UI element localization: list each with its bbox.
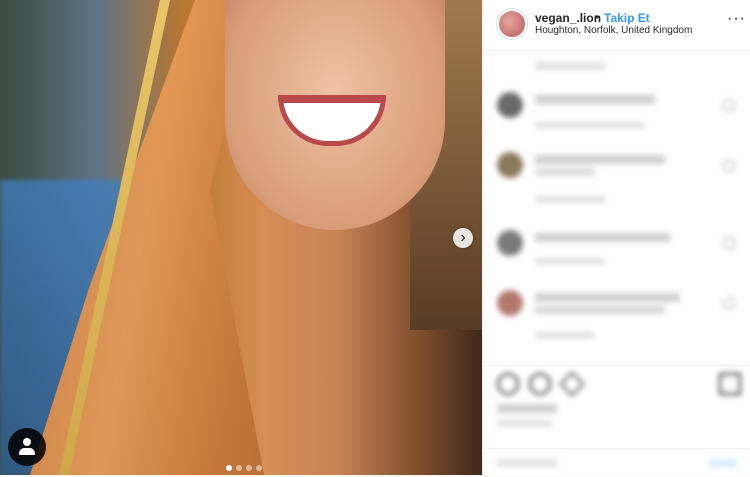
post-header: vegan_.lion • Takip Et Houghton, Norfolk… (483, 0, 750, 51)
tagged-users-button[interactable] (8, 428, 46, 466)
avatar[interactable] (497, 9, 527, 39)
user-tag-icon (23, 438, 31, 446)
heart-icon[interactable] (497, 373, 519, 395)
heart-icon[interactable] (723, 238, 735, 249)
carousel-dots (226, 465, 262, 471)
more-options-icon[interactable]: ··· (727, 10, 746, 28)
next-photo-button[interactable]: › (453, 228, 473, 248)
username-link[interactable]: vegan_.lion (535, 11, 601, 25)
location-link[interactable]: Houghton, Norfolk, United Kingdom (535, 25, 692, 36)
separator: • (595, 10, 600, 24)
post-actions (483, 365, 750, 476)
avatar[interactable] (497, 92, 523, 118)
chevron-right-icon: › (460, 229, 466, 246)
avatar[interactable] (497, 152, 523, 178)
heart-icon[interactable] (723, 298, 735, 309)
follow-button[interactable]: Takip Et (604, 11, 650, 25)
comment-icon[interactable] (529, 373, 551, 395)
post-photo: › (0, 0, 482, 475)
share-icon[interactable] (559, 371, 585, 397)
add-comment-bar (483, 448, 750, 477)
carousel-dot (256, 465, 262, 471)
avatar[interactable] (497, 230, 523, 256)
carousel-dot (226, 465, 232, 471)
bookmark-icon[interactable] (719, 373, 741, 395)
post-sidebar: vegan_.lion • Takip Et Houghton, Norfolk… (482, 0, 750, 475)
avatar[interactable] (497, 290, 523, 316)
carousel-dot (246, 465, 252, 471)
carousel-dot (236, 465, 242, 471)
heart-icon[interactable] (723, 160, 735, 171)
heart-icon[interactable] (723, 100, 735, 111)
